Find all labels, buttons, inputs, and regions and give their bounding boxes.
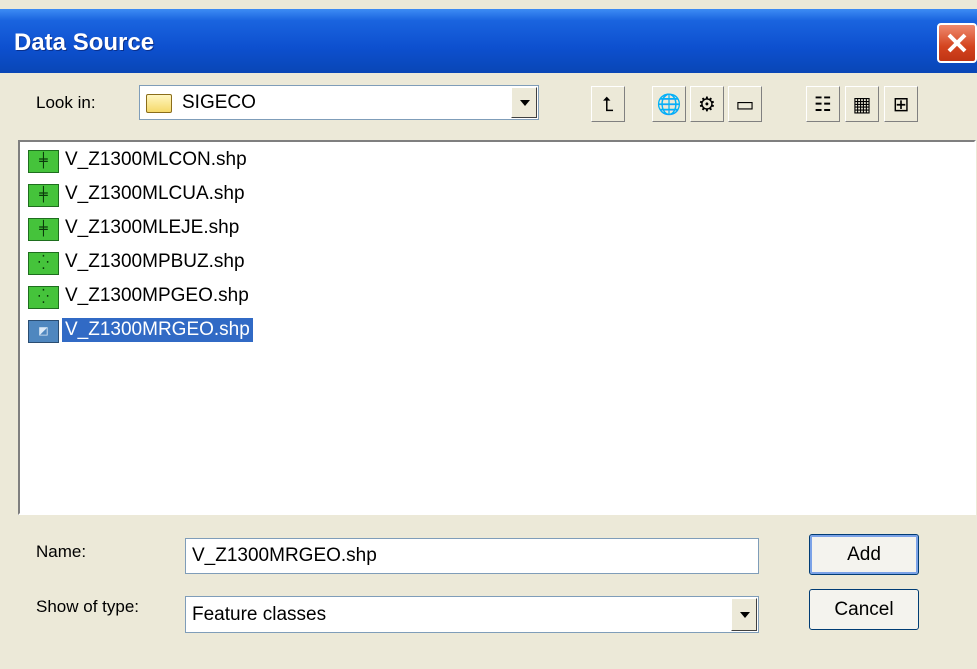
- show-of-type-select[interactable]: Feature classes: [185, 596, 759, 633]
- file-name: V_Z1300MRGEO.shp: [62, 318, 253, 342]
- file-list-item[interactable]: ╪ V_Z1300MLCUA.shp: [24, 180, 424, 210]
- disconnect-folder-button[interactable]: ⚙: [690, 86, 724, 122]
- file-name: V_Z1300MLCUA.shp: [65, 183, 245, 204]
- line-feature-icon: ╪: [28, 150, 59, 173]
- connect-folder-button[interactable]: 🌐: [652, 86, 686, 122]
- close-button[interactable]: [937, 23, 977, 63]
- details-view-icon: ▦: [852, 92, 872, 116]
- file-name: V_Z1300MPGEO.shp: [65, 285, 249, 306]
- new-folder-button[interactable]: ▭: [728, 86, 762, 122]
- thumbnails-view-button[interactable]: ⊞: [884, 86, 918, 122]
- raster-feature-icon: ◩: [28, 320, 59, 343]
- line-feature-icon: ╪: [28, 184, 59, 207]
- name-input[interactable]: V_Z1300MRGEO.shp: [185, 538, 759, 574]
- title-bar[interactable]: Data Source: [0, 9, 977, 73]
- details-view-button[interactable]: ▦: [845, 86, 879, 122]
- point-feature-icon: ⁛: [28, 286, 59, 309]
- name-label: Name:: [36, 542, 87, 561]
- list-view-button[interactable]: ☷: [806, 86, 840, 122]
- list-view-icon: ☷: [814, 92, 832, 116]
- show-of-type-dropdown-button[interactable]: [731, 598, 757, 631]
- look-in-label: Look in:: [36, 93, 96, 112]
- chevron-down-icon: [740, 611, 750, 618]
- look-in-dropdown-button[interactable]: [511, 87, 537, 118]
- file-list-item[interactable]: ⁛ V_Z1300MPBUZ.shp: [24, 248, 424, 278]
- file-name: V_Z1300MLEJE.shp: [65, 217, 240, 238]
- file-name: V_Z1300MLCON.shp: [65, 149, 247, 170]
- name-input-value: V_Z1300MRGEO.shp: [192, 545, 377, 566]
- data-source-dialog: Data Source Look in: SIGECO ⮤ 🌐 ⚙ ▭ ☷ ▦ ⊞ ╪ V_Z…: [0, 0, 977, 669]
- file-name: V_Z1300MPBUZ.shp: [65, 251, 245, 272]
- up-one-level-button[interactable]: ⮤: [591, 86, 625, 122]
- look-in-combobox[interactable]: SIGECO: [139, 85, 539, 120]
- new-folder-icon: ▭: [735, 92, 755, 116]
- folder-icon: [146, 94, 172, 113]
- show-of-type-value: Feature classes: [192, 604, 327, 625]
- point-feature-icon: ⁛: [28, 252, 59, 275]
- add-button[interactable]: Add: [809, 534, 919, 575]
- line-feature-icon: ╪: [28, 218, 59, 241]
- thumbnails-view-icon: ⊞: [892, 92, 910, 116]
- connect-folder-icon: 🌐: [656, 92, 682, 116]
- window-title: Data Source: [14, 29, 155, 56]
- file-list-item[interactable]: ╪ V_Z1300MLEJE.shp: [24, 214, 424, 244]
- file-list-item[interactable]: ╪ V_Z1300MLCON.shp: [24, 146, 424, 176]
- file-list-item[interactable]: ⁛ V_Z1300MPGEO.shp: [24, 282, 424, 312]
- cancel-button[interactable]: Cancel: [809, 589, 919, 630]
- file-list[interactable]: ╪ V_Z1300MLCON.shp ╪ V_Z1300MLCUA.shp ╪ V_Z13…: [18, 140, 976, 515]
- file-list-item[interactable]: ◩ V_Z1300MRGEO.shp: [24, 316, 424, 346]
- up-folder-icon: ⮤: [602, 92, 614, 116]
- chevron-down-icon: [520, 99, 530, 106]
- look-in-value: SIGECO: [182, 92, 256, 113]
- show-of-type-label: Show of type:: [36, 597, 140, 616]
- close-icon: [947, 33, 967, 53]
- disconnect-folder-icon: ⚙: [698, 92, 716, 116]
